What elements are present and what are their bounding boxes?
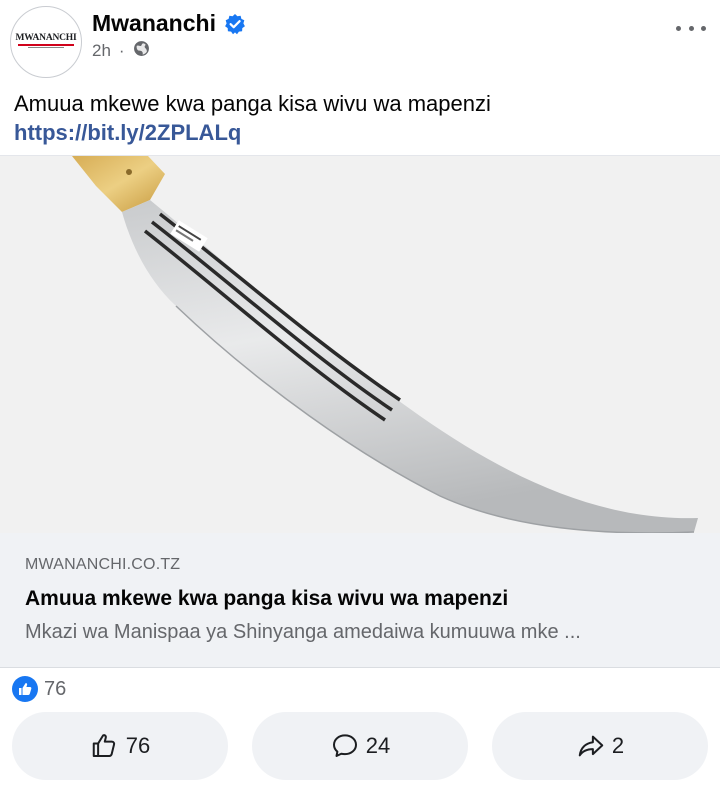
link-domain: MWANANCHI.CO.TZ — [25, 556, 181, 573]
post-text: Amuua mkewe kwa panga kisa wivu wa mapen… — [14, 89, 704, 147]
avatar-logo-text: MWANANCHI — [15, 33, 77, 43]
avatar-logo-rule — [18, 44, 74, 46]
action-bar: 76 24 2 — [0, 712, 720, 782]
share-icon — [578, 735, 604, 757]
post-header: MWANANCHI Mwananchi 2h · — [0, 0, 720, 85]
link-preview-image[interactable] — [0, 155, 720, 533]
like-reaction-icon — [12, 676, 38, 702]
post-meta: 2h · — [92, 40, 150, 62]
globe-icon — [133, 40, 150, 62]
share-count: 2 — [611, 733, 625, 758]
meta-separator: · — [118, 41, 125, 60]
more-options-icon[interactable] — [676, 16, 706, 40]
link-title[interactable]: Amuua mkewe kwa panga kisa wivu wa mapen… — [25, 587, 508, 611]
page-name-row: Mwananchi — [92, 10, 246, 37]
post-time[interactable]: 2h — [92, 41, 111, 61]
comment-icon — [332, 734, 357, 757]
reaction-count: 76 — [44, 677, 67, 700]
avatar-logo-subrule — [28, 47, 64, 48]
link-description: Mkazi wa Manispaa ya Shinyanga amedaiwa … — [25, 621, 581, 643]
like-count: 76 — [125, 733, 151, 758]
link-preview-card[interactable]: MWANANCHI.CO.TZ Amuua mkewe kwa panga ki… — [0, 533, 720, 668]
like-button[interactable]: 76 — [12, 712, 228, 780]
comment-button[interactable]: 24 — [252, 712, 468, 780]
post-caption: Amuua mkewe kwa panga kisa wivu wa mapen… — [14, 91, 491, 116]
post-link[interactable]: https://bit.ly/2ZPLALq — [14, 120, 241, 145]
page-avatar[interactable]: MWANANCHI — [10, 6, 82, 78]
verified-badge-icon — [224, 13, 246, 35]
reaction-summary[interactable]: 76 — [12, 676, 66, 702]
thumbs-up-icon — [92, 734, 115, 757]
avatar-logo: MWANANCHI — [14, 33, 78, 48]
machete-illustration — [0, 156, 720, 533]
page-name[interactable]: Mwananchi — [92, 10, 216, 37]
comment-count: 24 — [365, 733, 391, 758]
share-button[interactable]: 2 — [492, 712, 708, 780]
